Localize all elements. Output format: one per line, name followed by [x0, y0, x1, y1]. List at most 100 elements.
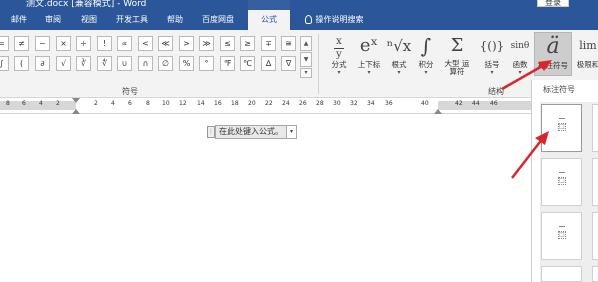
accent-icon: ä — [546, 34, 560, 59]
ruler-tick: 4 — [111, 100, 115, 107]
equation-options-dropdown[interactable]: ▾ — [287, 125, 297, 139]
sigma-icon: Σ — [450, 35, 464, 56]
tab-view[interactable]: 视图 — [76, 10, 102, 30]
placeholder-box-icon: □ — [558, 231, 566, 239]
ruler-tick: 42 — [455, 100, 463, 107]
symbol-button[interactable]: ÷ — [76, 36, 91, 51]
accent-gallery: 标注符号 □ □ □ — [531, 80, 598, 282]
integral-button[interactable]: ∫ 积分 ▾ — [414, 32, 438, 76]
accent-option-partial[interactable] — [592, 266, 598, 282]
symbol-button[interactable]: ∪ — [117, 56, 132, 71]
ruler-tick: 2 — [94, 100, 98, 107]
accent-gallery-grid: □ □ □ — [540, 102, 598, 282]
function-icon: sinθ — [510, 41, 530, 51]
accent-option-double-dot[interactable]: □ — [541, 158, 582, 206]
symbol-button[interactable]: ∂ — [35, 56, 50, 71]
tell-me-label: 操作说明搜索 — [315, 15, 364, 24]
symbol-scroll-down[interactable]: ▼ — [300, 52, 312, 67]
symbol-button[interactable]: ∇ — [281, 56, 296, 71]
document-title: 测文.docx [兼容模式] - Word — [26, 0, 147, 9]
tell-me-search[interactable]: 操作说明搜索 — [298, 10, 370, 30]
symbol-button[interactable]: = — [0, 36, 9, 51]
symbol-button[interactable]: > — [179, 36, 194, 51]
lightbulb-icon — [304, 15, 312, 24]
login-button[interactable]: 登录 — [537, 0, 569, 7]
script-icon: eˣ — [359, 35, 379, 56]
accent-option-partial[interactable] — [592, 212, 598, 260]
symbol-button[interactable]: ∫ — [0, 56, 9, 71]
first-line-indent-marker[interactable] — [72, 98, 80, 103]
symbol-button[interactable]: ∛ — [76, 56, 91, 71]
ruler-tick: 6 — [128, 100, 132, 107]
context-tab-equation-tools — [248, 0, 290, 10]
symbol-button[interactable]: ℉ — [220, 56, 235, 71]
symbol-button[interactable]: % — [179, 56, 194, 71]
large-operator-button[interactable]: Σ 大型 运算符 — [440, 32, 474, 76]
symbol-gallery-expand[interactable]: ▾ — [300, 68, 312, 78]
limit-log-button[interactable]: lim 极限和 — [574, 32, 598, 69]
tab-developer[interactable]: 开发工具 — [112, 10, 152, 30]
accent-option-hat[interactable] — [541, 266, 582, 282]
symbol-button[interactable]: ≫ — [199, 36, 214, 51]
tab-mailings[interactable]: 邮件 — [6, 10, 32, 30]
ruler-tick: 4 — [39, 100, 43, 107]
ruler-tick: 2 — [56, 100, 60, 107]
symbol-button[interactable]: ° — [199, 56, 214, 71]
accent-option-partial[interactable] — [592, 104, 598, 152]
radical-icon: ⁿ√x — [386, 37, 412, 55]
equation-placeholder[interactable]: 在此处键入公式。 — [215, 125, 287, 139]
symbol-button[interactable]: ! — [97, 36, 112, 51]
equation-container[interactable]: ⋮ 在此处键入公式。 ▾ — [207, 125, 297, 139]
document-page[interactable]: ⋮ 在此处键入公式。 ▾ — [0, 115, 531, 282]
radical-button[interactable]: ⁿ√x 根式 ▾ — [386, 32, 412, 76]
symbol-button[interactable]: < — [138, 36, 153, 51]
symbol-button[interactable]: ∝ — [117, 36, 132, 51]
tab-help[interactable]: 帮助 — [162, 10, 188, 30]
symbol-button[interactable]: ∆ — [261, 56, 276, 71]
script-button[interactable]: eˣ 上下标 ▾ — [354, 32, 384, 76]
accent-mark — [559, 226, 565, 229]
symbol-scroll-up[interactable]: ▲ — [300, 36, 312, 51]
symbol-button[interactable]: √ — [56, 56, 71, 71]
symbol-button[interactable]: ∅ — [158, 56, 173, 71]
ruler-tick: 14 — [197, 100, 205, 107]
symbol-button[interactable]: ≅ — [281, 36, 296, 51]
bracket-label: 括号 — [484, 60, 500, 69]
symbol-button[interactable]: ℃ — [240, 56, 255, 71]
ruler-tick: 24 — [282, 100, 290, 107]
symbol-button[interactable]: ≠ — [14, 36, 29, 51]
symbol-button[interactable]: × — [56, 36, 71, 51]
ruler-tick: 6 — [22, 100, 26, 107]
symbol-button[interactable]: ~ — [35, 36, 50, 51]
symbol-button[interactable]: ≪ — [158, 36, 173, 51]
function-button[interactable]: sinθ 函数 ▾ — [507, 32, 533, 76]
tab-review[interactable]: 审阅 — [40, 10, 66, 30]
symbol-button[interactable]: ∜ — [97, 56, 112, 71]
accent-button[interactable]: ä 标注符号 — [534, 32, 572, 76]
hanging-indent-marker[interactable] — [72, 109, 80, 114]
tab-baidu-netdisk[interactable]: 百度网盘 — [198, 10, 238, 30]
symbol-button[interactable]: ∓ — [261, 36, 276, 51]
ruler-tick: 8 — [146, 100, 150, 107]
accent-option-partial[interactable] — [592, 158, 598, 206]
bracket-button[interactable]: {()} 括号 ▾ — [478, 32, 506, 76]
ruler-tick: 26 — [299, 100, 307, 107]
structures-group-label: 结构 — [488, 87, 504, 96]
symbol-button[interactable]: ≥ — [240, 36, 255, 51]
chevron-down-icon: ▾ — [367, 69, 371, 76]
tab-equation[interactable]: 公式 — [248, 10, 290, 30]
horizontal-ruler[interactable]: 8 6 4 2 2 4 6 8 10 12 14 16 18 20 22 24 … — [0, 98, 531, 114]
fraction-button[interactable]: xy 分式 ▾ — [326, 32, 352, 76]
equation-handle[interactable]: ⋮ — [207, 126, 215, 138]
accent-option-dot[interactable]: □ — [541, 104, 582, 152]
ruler-tick: 40 — [421, 100, 429, 107]
symbol-button[interactable]: ∩ — [138, 56, 153, 71]
ruler-tick: 34 — [367, 100, 375, 107]
symbol-button[interactable]: ( — [14, 56, 29, 71]
ruler-tick: 16 — [214, 100, 222, 107]
accent-option-triple-dot[interactable]: □ — [541, 212, 582, 260]
right-indent-marker[interactable] — [434, 109, 442, 114]
symbol-button[interactable]: ≤ — [220, 36, 235, 51]
ruler-tick: 18 — [231, 100, 239, 107]
ruler-tick: 46 — [490, 100, 498, 107]
